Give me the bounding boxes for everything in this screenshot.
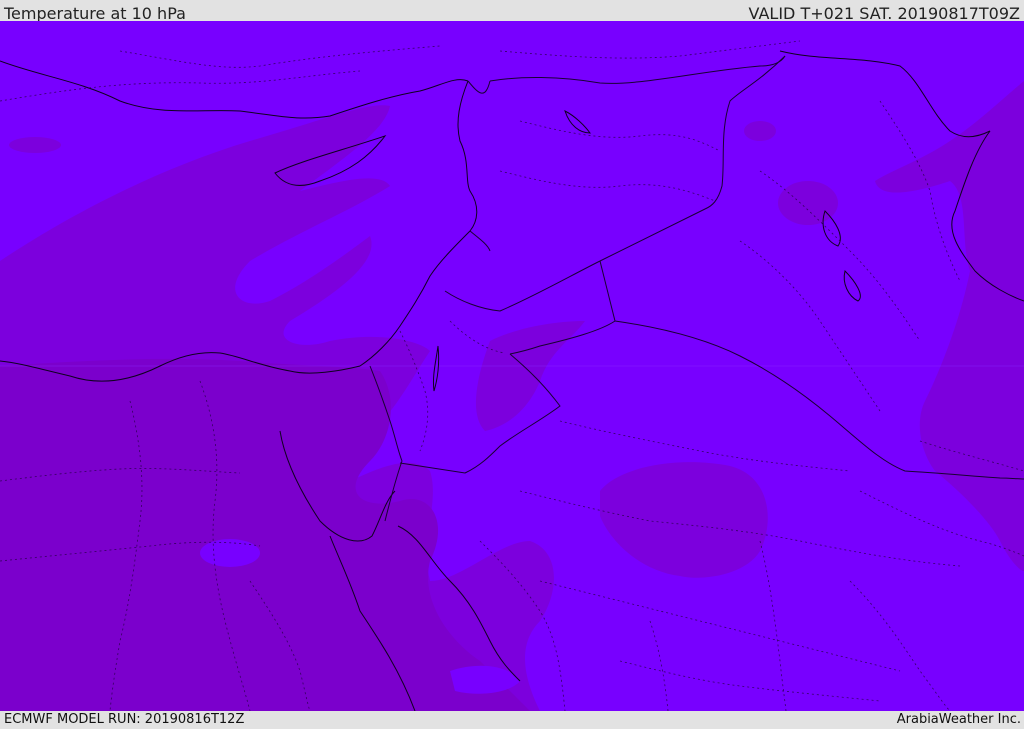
weather-map[interactable] <box>0 21 1024 711</box>
footer-bar: ECMWF MODEL RUN: 20190816T12Z ArabiaWeat… <box>0 711 1024 729</box>
temperature-zone-aegean <box>9 137 61 153</box>
credit-label: ArabiaWeather Inc. <box>896 712 1021 727</box>
temperature-zone-iraq <box>778 181 838 225</box>
temperature-zone-syria <box>744 121 776 141</box>
temperature-field-svg <box>0 21 1024 711</box>
model-run-label: ECMWF MODEL RUN: 20190816T12Z <box>4 712 245 727</box>
header-bar: Temperature at 10 hPa VALID T+021 SAT. 2… <box>0 0 1024 23</box>
